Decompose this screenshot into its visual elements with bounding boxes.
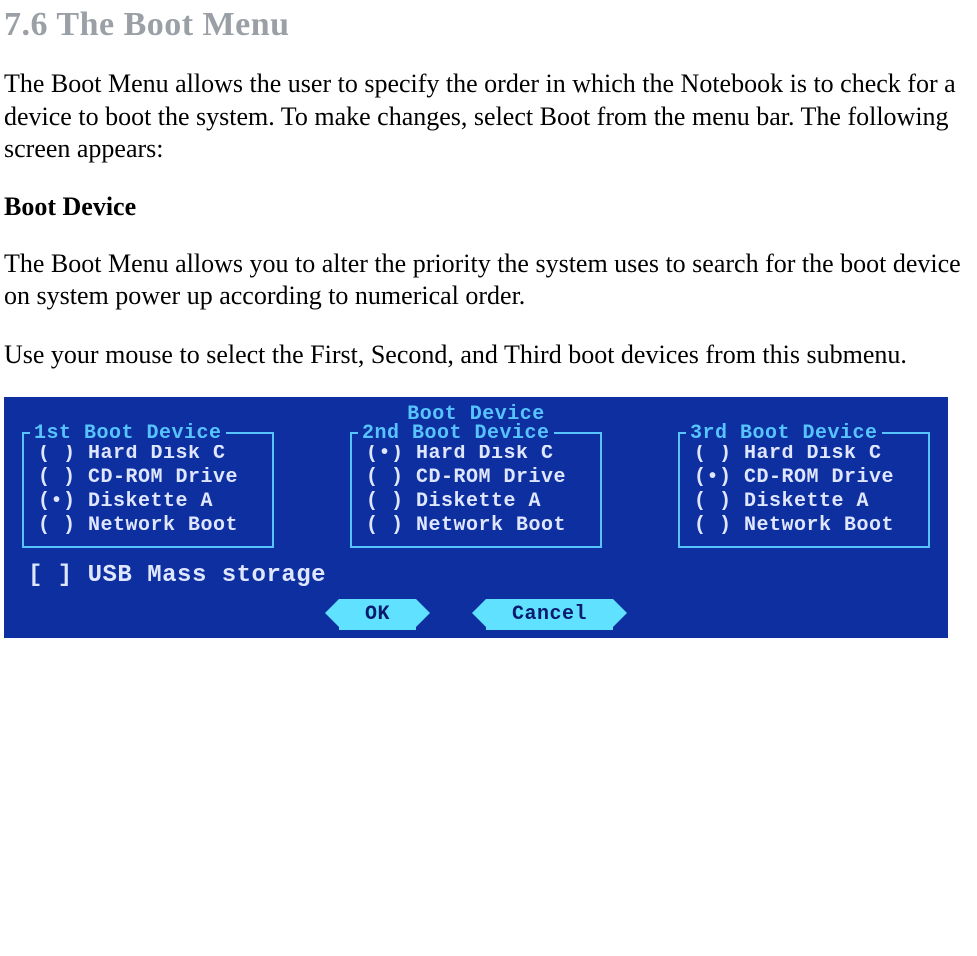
- radio-mark: ( ): [694, 442, 732, 465]
- group-legend-1st: 1st Boot Device: [30, 422, 226, 445]
- radio-1st-diskette-a[interactable]: (•) Diskette A: [38, 490, 258, 514]
- intro-paragraph: The Boot Menu allows the user to specify…: [4, 68, 969, 166]
- group-3rd-boot-device: 3rd Boot Device ( ) Hard Disk C (•) CD-R…: [678, 432, 930, 548]
- description-paragraph-2: Use your mouse to select the First, Seco…: [4, 339, 969, 372]
- triangle-right-icon: [416, 599, 430, 627]
- radio-mark: ( ): [366, 466, 404, 489]
- radio-mark: ( ): [694, 490, 732, 513]
- checkbox-usb-mass-storage[interactable]: [ ] USB Mass storage: [28, 562, 940, 589]
- radio-mark: ( ): [38, 514, 76, 537]
- radio-3rd-diskette-a[interactable]: ( ) Diskette A: [694, 490, 914, 514]
- radio-mark: ( ): [38, 442, 76, 465]
- radio-mark: ( ): [694, 514, 732, 537]
- radio-2nd-network-boot[interactable]: ( ) Network Boot: [366, 514, 586, 538]
- triangle-left-icon: [325, 599, 339, 627]
- ok-button[interactable]: OK: [325, 599, 430, 630]
- radio-mark: ( ): [366, 490, 404, 513]
- radio-mark: (•): [366, 442, 404, 465]
- triangle-left-icon: [472, 599, 486, 627]
- triangle-right-icon: [613, 599, 627, 627]
- radio-1st-network-boot[interactable]: ( ) Network Boot: [38, 514, 258, 538]
- group-1st-boot-device: 1st Boot Device ( ) Hard Disk C ( ) CD-R…: [22, 432, 274, 548]
- section-title: 7.6 The Boot Menu: [4, 6, 969, 44]
- checkbox-mark: [ ]: [28, 562, 73, 589]
- description-paragraph-1: The Boot Menu allows you to alter the pr…: [4, 248, 969, 313]
- radio-mark: ( ): [38, 466, 76, 489]
- radio-2nd-diskette-a[interactable]: ( ) Diskette A: [366, 490, 586, 514]
- radio-1st-hard-disk-c[interactable]: ( ) Hard Disk C: [38, 442, 258, 466]
- cancel-button[interactable]: Cancel: [472, 599, 627, 630]
- bios-boot-device-window: Boot Device 1st Boot Device ( ) Hard Dis…: [4, 397, 948, 638]
- radio-2nd-cdrom-drive[interactable]: ( ) CD-ROM Drive: [366, 466, 586, 490]
- boot-device-groups: 1st Boot Device ( ) Hard Disk C ( ) CD-R…: [22, 432, 930, 548]
- radio-mark: (•): [694, 466, 732, 489]
- group-legend-2nd: 2nd Boot Device: [358, 422, 554, 445]
- radio-mark: (•): [38, 490, 76, 513]
- radio-3rd-cdrom-drive[interactable]: (•) CD-ROM Drive: [694, 466, 914, 490]
- radio-1st-cdrom-drive[interactable]: ( ) CD-ROM Drive: [38, 466, 258, 490]
- group-legend-3rd: 3rd Boot Device: [686, 422, 882, 445]
- boot-device-subhead: Boot Device: [4, 192, 969, 222]
- radio-3rd-hard-disk-c[interactable]: ( ) Hard Disk C: [694, 442, 914, 466]
- radio-2nd-hard-disk-c[interactable]: (•) Hard Disk C: [366, 442, 586, 466]
- group-2nd-boot-device: 2nd Boot Device (•) Hard Disk C ( ) CD-R…: [350, 432, 602, 548]
- radio-mark: ( ): [366, 514, 404, 537]
- radio-3rd-network-boot[interactable]: ( ) Network Boot: [694, 514, 914, 538]
